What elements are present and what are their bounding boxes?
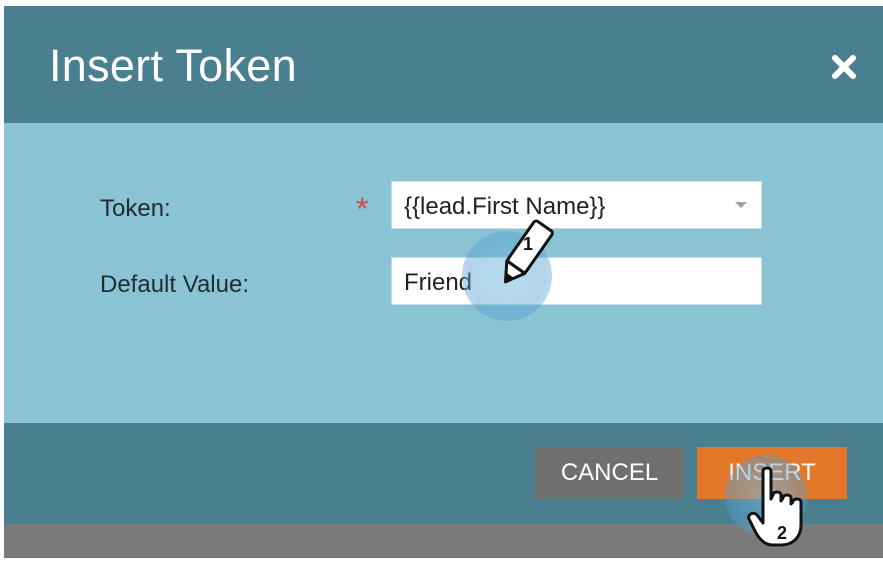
hand-cursor-icon: 2 bbox=[747, 466, 803, 547]
chevron-down-icon bbox=[735, 202, 747, 208]
step-1-number: 1 bbox=[523, 234, 533, 254]
cancel-button[interactable]: CANCEL bbox=[535, 447, 684, 499]
close-button[interactable] bbox=[827, 50, 861, 84]
step-2-number: 2 bbox=[777, 523, 787, 543]
default-value-label: Default Value: bbox=[100, 271, 249, 298]
token-select[interactable]: {{lead.First Name}} bbox=[391, 181, 762, 229]
dialog-header: Insert Token bbox=[4, 6, 883, 123]
pencil-cursor-icon: 1 bbox=[503, 219, 554, 284]
dialog-body: Token: * {{lead.First Name}} Default Val… bbox=[4, 123, 883, 423]
required-marker: * bbox=[356, 191, 369, 227]
dialog-title: Insert Token bbox=[49, 40, 297, 91]
default-value-input[interactable]: Friend bbox=[391, 257, 762, 305]
token-label: Token: bbox=[100, 195, 171, 222]
close-icon bbox=[832, 55, 856, 79]
